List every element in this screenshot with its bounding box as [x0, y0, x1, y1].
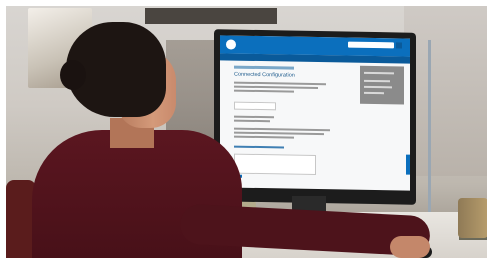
mug: [458, 198, 488, 238]
wall-artwork-top: [145, 8, 277, 24]
search-icon: [396, 42, 402, 49]
sidebar-line: [364, 91, 384, 95]
woman-hand: [390, 236, 430, 258]
sidebar-line: [364, 85, 392, 89]
page-title: Connected Configuration: [234, 71, 295, 79]
paragraph-line: [234, 89, 294, 93]
paragraph-line: [234, 81, 326, 86]
background-shelf: [404, 6, 489, 176]
sidebar-line: [364, 71, 394, 75]
form-field: [234, 101, 276, 111]
search-input: [348, 41, 394, 49]
paragraph-line: [234, 135, 294, 139]
dell-logo-icon: [226, 39, 236, 50]
office-photo: Connected Configuration: [0, 0, 493, 264]
comment-textarea: [234, 153, 316, 176]
breadcrumb: [234, 65, 294, 70]
paragraph-line: [234, 127, 330, 132]
monitor: Connected Configuration: [214, 29, 416, 205]
paragraph-line: [234, 131, 324, 136]
link-line: [234, 145, 284, 149]
lamp-stand: [428, 40, 431, 220]
paragraph-line: [234, 115, 274, 119]
monitor-screen: Connected Configuration: [220, 35, 410, 191]
sidebar-line: [364, 79, 390, 83]
feedback-tab: [406, 154, 410, 175]
woman-hair-bun: [60, 60, 86, 90]
paragraph-line: [234, 119, 270, 123]
sidebar-panel: [360, 65, 404, 105]
paragraph-line: [234, 85, 318, 90]
